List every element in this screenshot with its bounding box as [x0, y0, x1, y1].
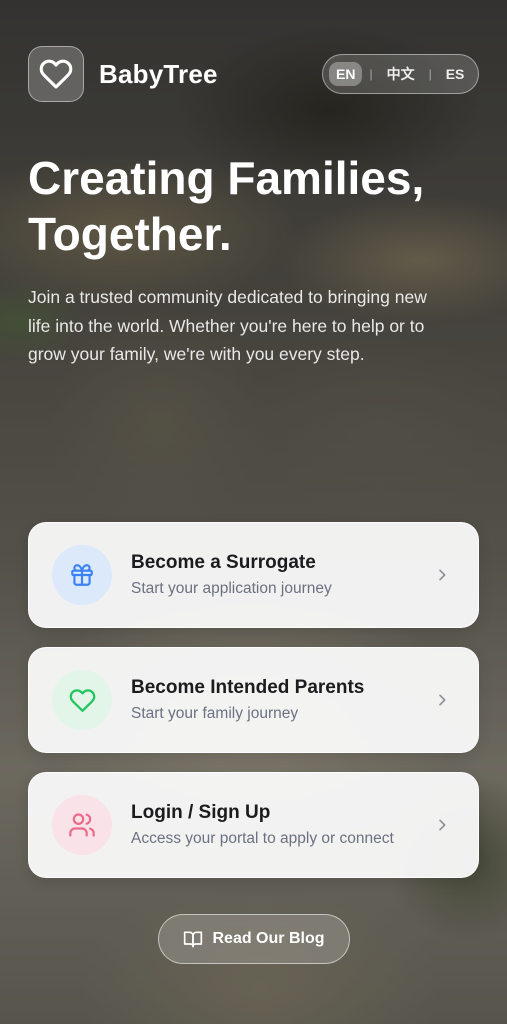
- read-blog-button[interactable]: Read Our Blog: [158, 914, 350, 964]
- heart-icon: [39, 59, 73, 89]
- card-title: Become Intended Parents: [131, 677, 365, 698]
- header: BabyTree EN | 中文 | ES: [28, 46, 479, 102]
- chevron-right-icon: [439, 569, 446, 581]
- users-icon: [69, 813, 95, 837]
- chevron-right-icon: [439, 694, 446, 706]
- read-blog-label: Read Our Blog: [212, 930, 325, 947]
- card-text: Become a Surrogate Start your applicatio…: [131, 552, 434, 598]
- language-option-es[interactable]: ES: [439, 62, 472, 86]
- language-divider: |: [428, 67, 432, 81]
- card-subtitle: Start your family journey: [131, 705, 299, 722]
- card-text: Become Intended Parents Start your famil…: [131, 677, 434, 723]
- become-intended-parents-card[interactable]: Become Intended Parents Start your famil…: [28, 647, 479, 753]
- card-icon-container: [52, 795, 112, 855]
- book-open-icon: [184, 931, 203, 948]
- card-subtitle: Start your application journey: [131, 580, 332, 597]
- app-name: BabyTree: [99, 58, 218, 89]
- chevron-right-icon: [439, 819, 446, 831]
- brand: BabyTree: [28, 46, 218, 102]
- card-icon-container: [52, 670, 112, 730]
- card-title: Become a Surrogate: [131, 552, 316, 573]
- language-option-en[interactable]: EN: [329, 62, 363, 86]
- app-logo: [28, 46, 84, 102]
- hero-subtitle: Join a trusted community dedicated to br…: [28, 287, 427, 364]
- language-option-zh[interactable]: 中文: [380, 60, 422, 88]
- card-icon-container: [52, 545, 112, 605]
- card-text: Login / Sign Up Access your portal to ap…: [131, 802, 434, 848]
- card-subtitle: Access your portal to apply or connect: [131, 830, 394, 847]
- gift-icon: [71, 564, 93, 586]
- card-title: Login / Sign Up: [131, 802, 271, 823]
- hero-title: Creating Families, Together.: [28, 152, 425, 260]
- login-signup-card[interactable]: Login / Sign Up Access your portal to ap…: [28, 772, 479, 878]
- language-switcher: EN | 中文 | ES: [322, 54, 479, 94]
- language-divider: |: [369, 67, 373, 81]
- heart-icon: [69, 688, 95, 712]
- become-surrogate-card[interactable]: Become a Surrogate Start your applicatio…: [28, 522, 479, 628]
